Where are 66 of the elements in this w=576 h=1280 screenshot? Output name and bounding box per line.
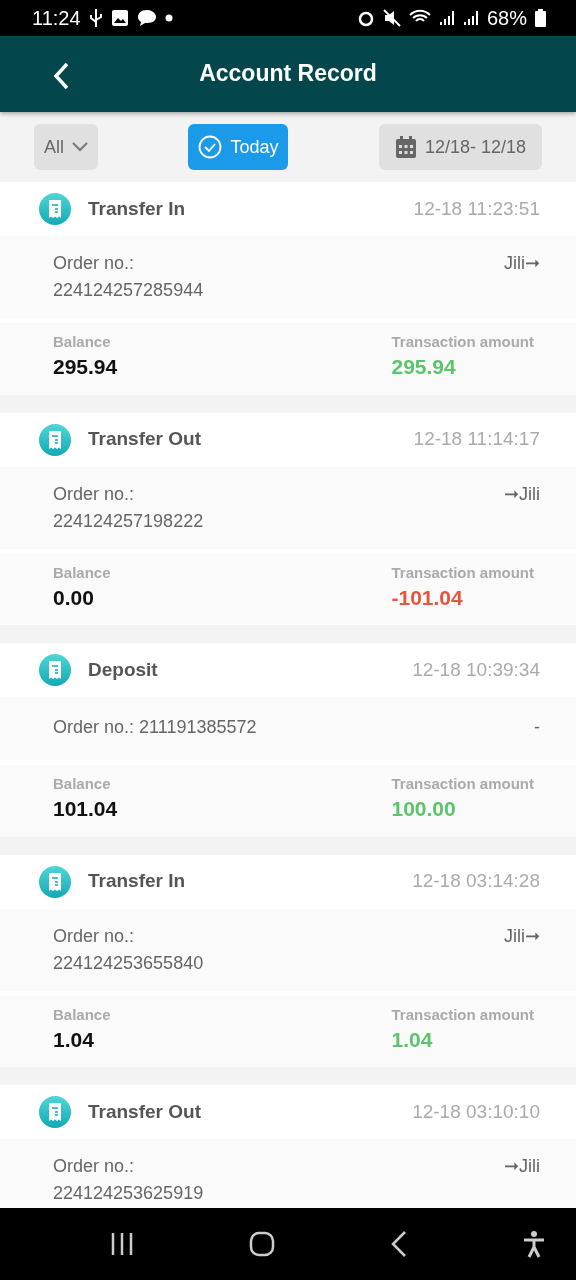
- transaction-amount: -101.04: [391, 584, 464, 611]
- balance-value: 295.94: [53, 354, 118, 380]
- signal-icon: [462, 9, 479, 27]
- accessibility-icon[interactable]: [522, 1230, 546, 1258]
- record-type: Transfer In: [88, 196, 186, 221]
- balance-label: Balance: [53, 563, 111, 582]
- amount-label: Transaction amount: [391, 775, 534, 793]
- home-icon[interactable]: [249, 1231, 276, 1257]
- balance-label: Balance: [53, 775, 112, 793]
- record-type: Transfer Out: [88, 427, 201, 452]
- balance-label: Balance: [53, 1005, 111, 1024]
- transfer-route: ➞Jili: [504, 1155, 540, 1178]
- record-time: 12-18 11:14:17: [413, 427, 540, 452]
- type-dropdown[interactable]: All: [34, 124, 98, 170]
- dot-icon: [164, 14, 173, 22]
- receipt-icon: [38, 653, 72, 687]
- receipt-icon: [38, 1095, 72, 1129]
- record-type: Deposit: [88, 657, 158, 682]
- chevron-down-icon: [72, 142, 88, 152]
- battery-icon: [535, 9, 546, 27]
- order-label: Order no.:: [53, 924, 136, 948]
- order-number: 224124257198222: [53, 509, 204, 533]
- transaction-amount: 1.04: [391, 1026, 434, 1053]
- order-label: Order no.:: [53, 252, 136, 275]
- balance-value: 101.04: [53, 796, 118, 822]
- check-circle-icon: [198, 135, 223, 159]
- mute-icon: [382, 9, 401, 27]
- calendar-icon: [394, 135, 417, 159]
- balance-label: Balance: [53, 333, 112, 351]
- record-time: 12-18 03:10:10: [412, 1099, 540, 1124]
- clock-time: 11:24: [32, 6, 81, 31]
- record-time: 12-18 03:14:28: [412, 869, 540, 894]
- transaction-amount: 100.00: [391, 796, 457, 822]
- transaction-amount: 295.94: [391, 354, 457, 380]
- transfer-route: -: [534, 716, 540, 739]
- transfer-route: Jili➞: [504, 252, 540, 275]
- balance-value: 1.04: [53, 1026, 95, 1053]
- order-number: 224124253625919: [53, 1182, 204, 1205]
- record-time: 12-18 11:23:51: [413, 196, 540, 221]
- order-number: 224124253655840: [53, 951, 204, 975]
- amount-label: Transaction amount: [391, 1005, 534, 1024]
- date-range-button[interactable]: 12/18- 12/18: [378, 124, 542, 170]
- today-filter[interactable]: Today: [188, 124, 289, 170]
- page-title: Account Record: [199, 60, 377, 88]
- order-number: Order no.: 211191385572: [53, 716, 257, 739]
- receipt-icon: [38, 422, 72, 457]
- receipt-icon: [38, 864, 72, 899]
- message-icon: [136, 9, 157, 27]
- order-label: Order no.:: [53, 482, 136, 506]
- order-label: Order no.:: [53, 1155, 136, 1178]
- signal-icon: [438, 9, 455, 27]
- battery-percent: 68%: [486, 6, 527, 31]
- amount-label: Transaction amount: [391, 563, 534, 582]
- image-icon: [110, 9, 129, 27]
- receipt-icon: [38, 192, 72, 226]
- recent-apps-icon[interactable]: [110, 1232, 134, 1256]
- balance-value: 0.00: [53, 584, 95, 611]
- transfer-route: Jili➞: [504, 924, 540, 948]
- usb-icon: [88, 8, 103, 28]
- order-number: 224124257285944: [53, 279, 204, 302]
- record-type: Transfer Out: [88, 1099, 201, 1124]
- record-time: 12-18 10:39:34: [412, 657, 540, 682]
- back-icon[interactable]: [390, 1231, 407, 1257]
- record-type: Transfer In: [88, 869, 186, 894]
- transfer-route: ➞Jili: [504, 482, 540, 506]
- amount-label: Transaction amount: [391, 333, 534, 351]
